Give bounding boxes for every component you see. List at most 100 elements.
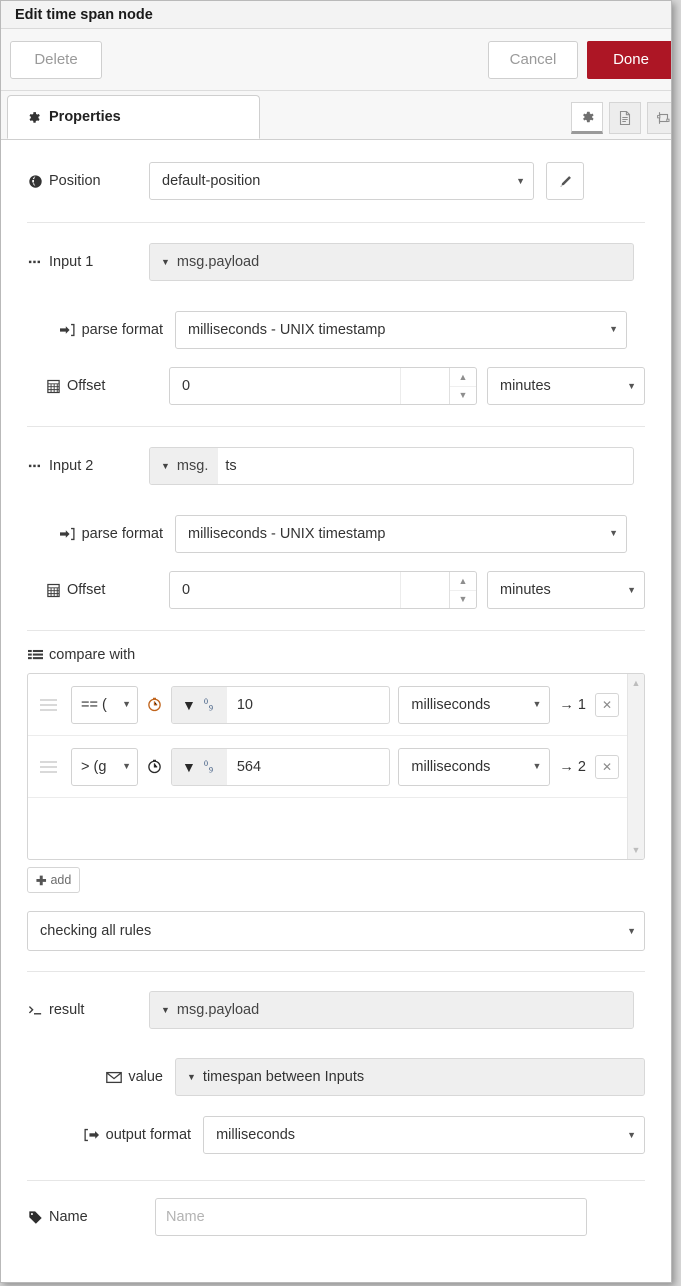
chevron-down-icon: ▼ — [516, 175, 525, 186]
input2-parse-format-label-text: parse format — [81, 525, 163, 542]
rule-value-field[interactable]: ▼ 09 564 — [171, 747, 391, 786]
drag-handle-icon[interactable] — [38, 760, 63, 773]
svg-text:0: 0 — [204, 759, 208, 768]
rule-unit-value: milliseconds — [411, 696, 491, 713]
tab-icon-group — [571, 102, 671, 134]
input1-value[interactable] — [269, 244, 633, 280]
rule-mode-select[interactable]: checking all rules ▼ — [27, 911, 645, 951]
input1-prefix-text: msg.payload — [176, 254, 260, 270]
rule-value[interactable]: 564 — [227, 759, 390, 775]
input2-typed-field[interactable]: ▼ msg. ts — [149, 447, 634, 485]
input1-offset-arrows[interactable]: ▲ ▼ — [449, 368, 476, 404]
input1-offset-unit-value: minutes — [500, 378, 551, 394]
output-format-select[interactable]: milliseconds ▼ — [203, 1116, 645, 1154]
rule-unit-value: milliseconds — [411, 758, 491, 775]
rule-unit-select[interactable]: milliseconds ▼ — [398, 685, 551, 724]
input2-offset-label-text: Offset — [67, 582, 106, 598]
input1-parse-format-label-text: parse format — [81, 321, 163, 338]
rule-value-type-select[interactable]: ▼ 09 — [172, 748, 227, 785]
input1-label: Input 1 — [27, 254, 149, 270]
input1-prefix[interactable]: ▼ msg.payload — [150, 244, 270, 280]
stepper-down-icon[interactable]: ▼ — [450, 387, 476, 405]
chevron-down-icon: ▼ — [182, 758, 196, 775]
rule-operator-select[interactable]: == ( ▼ — [71, 685, 138, 724]
clock-icon[interactable] — [146, 697, 163, 712]
tab-bar: Properties — [1, 91, 671, 140]
stepper-down-icon[interactable]: ▼ — [450, 591, 476, 609]
input1-offset-stepper[interactable]: 0 ▲ ▼ — [169, 367, 477, 405]
rules-container: == ( ▼ ▼ 09 10 milliseconds ▼ → 1 ✕ > (g… — [27, 673, 645, 860]
input2-parse-format-row: parse format milliseconds - UNIX timesta… — [27, 505, 645, 562]
rule-unit-select[interactable]: milliseconds ▼ — [398, 747, 551, 786]
name-input[interactable] — [155, 1198, 587, 1236]
chevron-down-icon: ▼ — [627, 584, 636, 595]
input1-offset-label: Offset — [27, 378, 169, 394]
rule-output-label: → 1 — [559, 696, 586, 713]
input2-offset-unit-select[interactable]: minutes ▼ — [487, 571, 645, 609]
input1-offset-unit-select[interactable]: minutes ▼ — [487, 367, 645, 405]
input2-offset-value: 0 — [182, 582, 191, 598]
input1-offset-input[interactable]: 0 — [170, 368, 401, 404]
rule-value[interactable]: 10 — [227, 697, 390, 713]
result-prefix[interactable]: ▼ msg.payload — [150, 992, 270, 1028]
chevron-down-icon: ▼ — [532, 699, 542, 709]
rule-value-field[interactable]: ▼ 09 10 — [171, 685, 391, 724]
terminal-icon — [27, 1004, 43, 1017]
svg-text:9: 9 — [209, 765, 213, 774]
result-value-dropdown[interactable]: ▼ — [176, 1059, 196, 1095]
stepper-up-icon[interactable]: ▲ — [450, 572, 476, 591]
rule-operator-value: > (g — [81, 758, 107, 775]
input2-offset-input[interactable]: 0 — [170, 572, 401, 608]
input1-typed-field[interactable]: ▼ msg.payload — [149, 243, 634, 281]
rule-operator-value: == ( — [81, 696, 107, 713]
scroll-down-icon[interactable]: ▼ — [632, 845, 641, 855]
rule-mode-value: checking all rules — [40, 923, 152, 939]
cancel-button[interactable]: Cancel — [488, 40, 578, 79]
clock-icon[interactable] — [146, 759, 163, 774]
add-rule-button[interactable]: ✚ add — [27, 867, 81, 893]
input2-offset-unit-value: minutes — [500, 582, 551, 598]
input2-offset-stepper[interactable]: 0 ▲ ▼ — [169, 571, 477, 609]
tab-icon-appearance[interactable] — [647, 102, 671, 134]
input1-offset-pad — [401, 368, 449, 404]
compare-with-label-text: compare with — [49, 647, 136, 663]
tab-icon-description[interactable] — [609, 102, 641, 134]
rule-remove-button[interactable]: ✕ — [595, 692, 619, 717]
rule-value-type-select[interactable]: ▼ 09 — [172, 686, 227, 723]
sign-in-icon — [60, 323, 76, 337]
chevron-down-icon: ▼ — [122, 761, 131, 771]
calculator-icon — [45, 379, 61, 394]
done-button[interactable]: Done — [587, 40, 671, 79]
position-select[interactable]: default-position ▼ — [149, 162, 534, 200]
rules-scrollbar[interactable]: ▲ ▼ — [627, 674, 644, 859]
input2-prefix[interactable]: ▼ msg. — [150, 448, 219, 484]
input2-row: Input 2 ▼ msg. ts — [27, 427, 645, 505]
position-edit-button[interactable] — [546, 162, 584, 200]
chevron-down-icon: ▼ — [161, 257, 170, 267]
input2-offset-arrows[interactable]: ▲ ▼ — [449, 572, 476, 608]
tab-properties[interactable]: Properties — [7, 95, 260, 139]
properties-panel: Position default-position ▼ Input 1 ▼ ms… — [1, 140, 671, 1282]
name-row: Name — [27, 1181, 645, 1253]
stepper-up-icon[interactable]: ▲ — [450, 368, 476, 387]
delete-button[interactable]: Delete — [10, 40, 102, 79]
result-value-field[interactable]: ▼ timespan between Inputs — [175, 1058, 645, 1096]
sign-out-icon — [84, 1128, 100, 1142]
tab-icon-gear[interactable] — [571, 102, 603, 134]
result-typed-field[interactable]: ▼ msg.payload — [149, 991, 634, 1029]
rule-remove-button[interactable]: ✕ — [595, 754, 619, 779]
input1-parse-format-select[interactable]: milliseconds - UNIX timestamp ▼ — [175, 310, 627, 349]
rule-operator-select[interactable]: > (g ▼ — [71, 747, 138, 786]
result-value[interactable] — [269, 992, 633, 1028]
gear-icon — [26, 110, 41, 125]
result-value-row: value ▼ timespan between Inputs — [27, 1048, 645, 1106]
chevron-down-icon: ▼ — [609, 324, 618, 334]
scroll-up-icon[interactable]: ▲ — [632, 678, 641, 688]
input2-parse-format-value: milliseconds - UNIX timestamp — [188, 525, 386, 542]
sign-in-icon — [60, 527, 76, 541]
output-format-label-text: output format — [105, 1127, 192, 1143]
input2-value[interactable]: ts — [218, 448, 633, 484]
input2-parse-format-select[interactable]: milliseconds - UNIX timestamp ▼ — [175, 514, 627, 553]
globe-icon — [27, 174, 43, 189]
drag-handle-icon[interactable] — [38, 698, 63, 711]
